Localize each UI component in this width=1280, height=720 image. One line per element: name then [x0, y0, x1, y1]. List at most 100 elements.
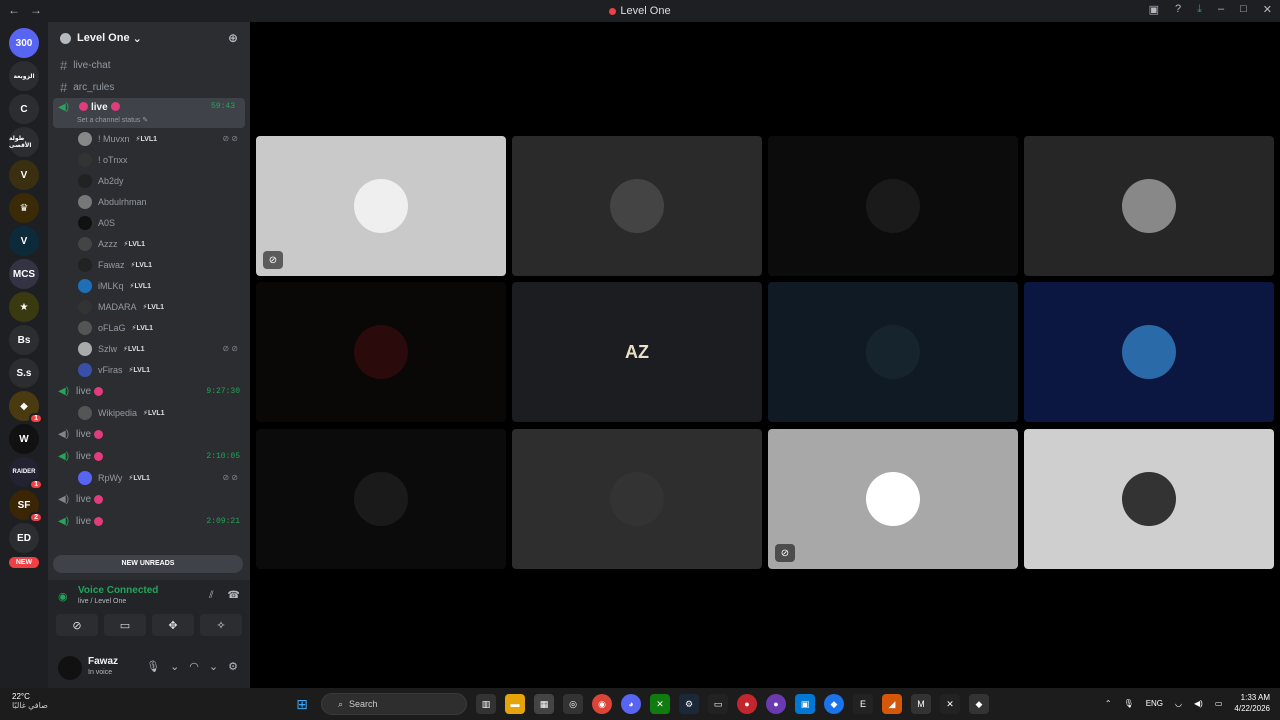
obs-icon[interactable]: ◎: [563, 694, 583, 714]
app-icon[interactable]: M: [911, 694, 931, 714]
camera-button[interactable]: ⊘: [56, 614, 98, 636]
server-icon[interactable]: ♛: [9, 193, 39, 223]
participant-tile[interactable]: [256, 429, 506, 569]
voice-location[interactable]: live / Level One: [78, 598, 126, 605]
participant-tile[interactable]: ⊘: [256, 136, 506, 276]
voice-channel-live-2[interactable]: ◀) live 9:27:30: [48, 380, 250, 402]
server-icon[interactable]: الزوبعة: [9, 61, 39, 91]
participant-tile[interactable]: [512, 429, 762, 569]
participant-tile[interactable]: [1024, 282, 1274, 422]
minimize-button[interactable]: –: [1218, 3, 1224, 16]
channel-status-hint[interactable]: Set a channel status ✎: [77, 116, 148, 124]
server-icon[interactable]: C: [9, 94, 39, 124]
voice-member[interactable]: Azzz ⚡LVL1: [48, 233, 250, 254]
headphones-icon[interactable]: ◠: [189, 660, 199, 673]
voice-member[interactable]: vFiras ⚡LVL1: [48, 359, 250, 380]
inbox-icon[interactable]: ▣: [1149, 3, 1159, 16]
voice-channel-live-5[interactable]: ◀) live: [48, 488, 250, 510]
avatar[interactable]: [58, 656, 82, 680]
participant-tile[interactable]: [512, 136, 762, 276]
help-icon[interactable]: ?: [1175, 3, 1181, 16]
voice-member[interactable]: ! oTnxx: [48, 149, 250, 170]
signal-icon[interactable]: ◉: [58, 590, 68, 603]
voice-member[interactable]: Szlw ⚡LVL1 ⊘ ⊘: [48, 338, 250, 359]
file-explorer-icon[interactable]: ▬: [505, 694, 525, 714]
server-icon[interactable]: ED: [9, 523, 39, 553]
server-icon[interactable]: S.s: [9, 358, 39, 388]
app-icon[interactable]: ◆: [969, 694, 989, 714]
voice-member[interactable]: Fawaz ⚡LVL1: [48, 254, 250, 275]
app-icon[interactable]: ✕: [940, 694, 960, 714]
app-icon[interactable]: ◢: [882, 694, 902, 714]
screen-share-button[interactable]: ▭: [104, 614, 146, 636]
participant-tile[interactable]: [1024, 429, 1274, 569]
microphone-icon[interactable]: 🎙︎: [146, 660, 160, 673]
epic-games-icon[interactable]: E: [853, 694, 873, 714]
voice-member[interactable]: Ab2dy: [48, 170, 250, 191]
xbox-icon[interactable]: ✕: [650, 694, 670, 714]
activities-button[interactable]: ✥: [152, 614, 194, 636]
voice-member[interactable]: oFLaG ⚡LVL1: [48, 317, 250, 338]
participant-tile[interactable]: [256, 282, 506, 422]
chevron-down-icon[interactable]: ⌄: [170, 660, 179, 673]
microphone-icon[interactable]: 🎙︎: [1124, 699, 1134, 708]
server-icon[interactable]: W: [9, 424, 39, 454]
store-icon[interactable]: ▦: [534, 694, 554, 714]
new-servers-pill[interactable]: NEW: [9, 557, 39, 568]
download-icon[interactable]: ⤓: [1197, 3, 1202, 16]
disconnect-icon[interactable]: ☎: [228, 590, 240, 601]
voice-channel-live-3[interactable]: ◀) live: [48, 423, 250, 445]
battery-icon[interactable]: ▭: [1215, 699, 1223, 708]
soundboard-button[interactable]: ✧: [200, 614, 242, 636]
voice-channel-live-6[interactable]: ◀) live 2:09:21: [48, 510, 250, 532]
app-icon[interactable]: ◆: [824, 694, 844, 714]
chevron-down-icon[interactable]: ⌄: [209, 660, 218, 673]
voice-channel-live-4[interactable]: ◀) live 2:10:05: [48, 445, 250, 467]
server-icon[interactable]: MCS: [9, 259, 39, 289]
taskbar-search[interactable]: ⌕ Search: [321, 693, 467, 715]
channel-arc-rules[interactable]: # arc_rules: [48, 76, 250, 98]
wifi-icon[interactable]: ◡: [1175, 699, 1182, 708]
windows-start-icon[interactable]: ⊞: [292, 694, 312, 714]
app-icon[interactable]: ●: [737, 694, 757, 714]
voice-member[interactable]: ! Muvxn ⚡LVL1 ⊘ ⊘: [48, 128, 250, 149]
participant-tile[interactable]: [768, 282, 1018, 422]
server-icon[interactable]: V: [9, 160, 39, 190]
server-icon[interactable]: V: [9, 226, 39, 256]
terminal-icon[interactable]: ▭: [708, 694, 728, 714]
chrome-icon[interactable]: ◉: [592, 694, 612, 714]
channel-live-chat[interactable]: # live-chat: [48, 54, 250, 76]
app-icon[interactable]: ●: [766, 694, 786, 714]
steam-icon[interactable]: ⚙: [679, 694, 699, 714]
server-icon[interactable]: Bs: [9, 325, 39, 355]
guild-header[interactable]: Level One ⌄ ⊕: [48, 22, 250, 54]
participant-tile[interactable]: ⊘: [768, 429, 1018, 569]
participant-tile[interactable]: AZ: [512, 282, 762, 422]
server-icon[interactable]: SF 2: [9, 490, 43, 523]
app-icon[interactable]: ▣: [795, 694, 815, 714]
invite-icon[interactable]: ⊕: [228, 31, 238, 45]
voice-member[interactable]: MADARA ⚡LVL1: [48, 296, 250, 317]
maximize-button[interactable]: □: [1240, 3, 1247, 16]
server-icon[interactable]: RAIDER 1: [9, 457, 43, 490]
discord-icon[interactable]: ◕: [621, 694, 641, 714]
participant-tile[interactable]: [1024, 136, 1274, 276]
participant-tile[interactable]: [768, 136, 1018, 276]
server-icon[interactable]: 300: [9, 28, 39, 58]
server-icon[interactable]: ★: [9, 292, 39, 322]
voice-member[interactable]: Abdulrhman: [48, 191, 250, 212]
clock[interactable]: 1:33 AM 4/22/2026: [1234, 692, 1270, 714]
new-unreads-button[interactable]: NEW UNREADS: [53, 555, 243, 573]
close-button[interactable]: ✕: [1263, 3, 1272, 16]
weather-widget[interactable]: 22°C صافي غالبًا: [12, 692, 48, 710]
language-indicator[interactable]: ENG: [1146, 699, 1163, 708]
voice-member[interactable]: RpWy ⚡LVL1 ⊘ ⊘: [48, 467, 250, 488]
voice-channel-live-active[interactable]: ◀) live 59:43 Set a channel status ✎: [53, 98, 245, 128]
volume-icon[interactable]: ◀): [1194, 699, 1203, 708]
server-icon[interactable]: ◆ 1: [9, 391, 43, 424]
noise-suppression-icon[interactable]: ⫽: [209, 590, 213, 601]
chevron-up-icon[interactable]: ⌃: [1105, 699, 1112, 708]
voice-member[interactable]: A0S: [48, 212, 250, 233]
gear-icon[interactable]: ⚙: [228, 660, 238, 673]
task-view-icon[interactable]: ▥: [476, 694, 496, 714]
